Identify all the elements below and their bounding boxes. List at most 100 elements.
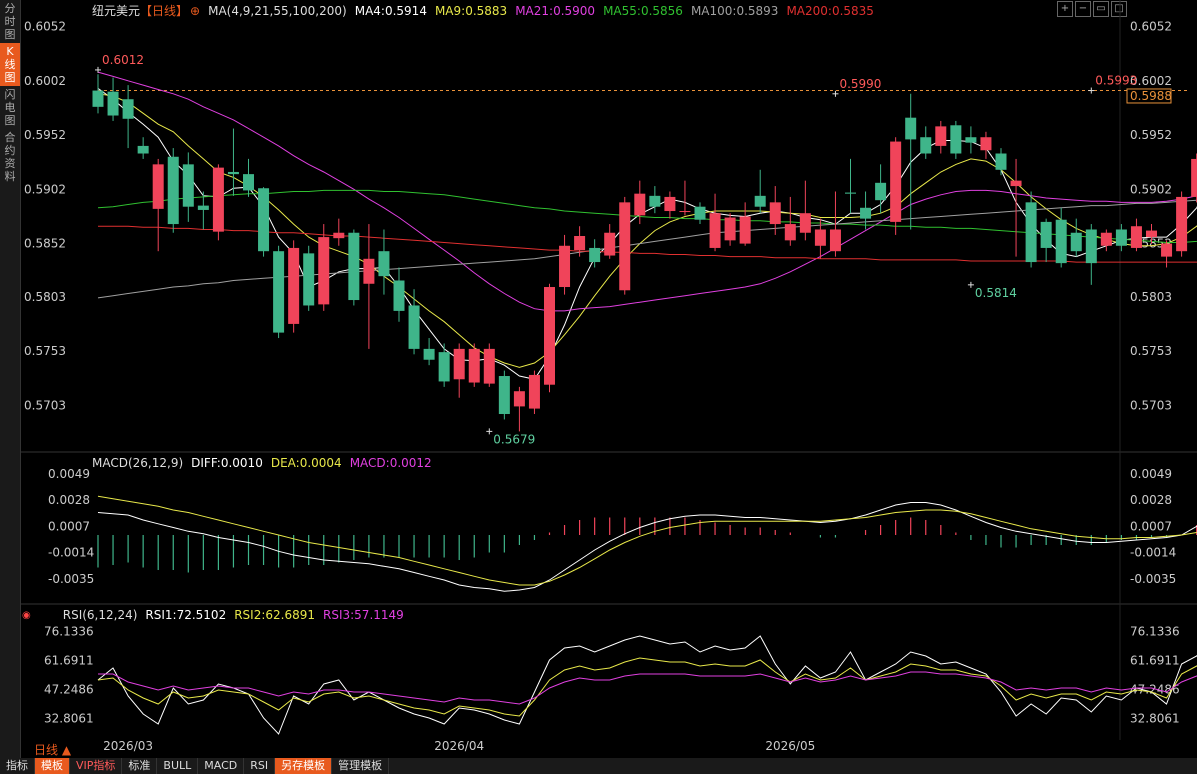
left-price-tick: 0.5753 bbox=[24, 344, 66, 358]
left-macd-tick: 0.0007 bbox=[48, 519, 90, 533]
left-rsi-tick: 47.2486 bbox=[44, 683, 94, 697]
candle-body bbox=[784, 224, 796, 241]
candle-body bbox=[378, 251, 390, 277]
candle-body bbox=[845, 192, 856, 194]
price-annotation: 0.5814 bbox=[975, 286, 1017, 300]
candle-body bbox=[604, 232, 616, 256]
toolbar-button-5[interactable]: MACD bbox=[198, 758, 245, 774]
candle-body bbox=[423, 348, 435, 360]
date-label: 2026/05 bbox=[765, 739, 815, 753]
candle-body bbox=[1070, 232, 1082, 252]
candle-body bbox=[137, 145, 149, 154]
candle-body bbox=[619, 202, 631, 291]
left-price-tick: 0.6002 bbox=[24, 74, 66, 88]
left-price-tick: 0.5803 bbox=[24, 290, 66, 304]
candle-body bbox=[453, 348, 465, 380]
last-price-label: 0.5988 bbox=[1130, 89, 1172, 103]
candle-body bbox=[227, 171, 239, 175]
left-price-tick: 0.5703 bbox=[24, 398, 66, 412]
candle-body bbox=[1010, 180, 1022, 187]
right-rsi-tick: 32.8061 bbox=[1130, 711, 1180, 725]
candle-body bbox=[860, 207, 872, 219]
left-price-tick: 0.6052 bbox=[24, 20, 66, 34]
toolbar-button-8[interactable]: 管理模板 bbox=[332, 758, 390, 774]
candle-body bbox=[709, 213, 721, 248]
toolbar-button-1[interactable]: 模板 bbox=[35, 758, 70, 774]
left-rsi-tick: 76.1336 bbox=[44, 625, 94, 639]
candle-body bbox=[754, 195, 766, 207]
right-macd-tick: 0.0049 bbox=[1130, 467, 1172, 481]
macd-line-dea bbox=[97, 495, 1197, 586]
candle-body bbox=[995, 153, 1007, 170]
candle-body bbox=[559, 245, 571, 288]
price-annotation: 0.5679 bbox=[493, 432, 535, 446]
right-rsi-tick: 61.6911 bbox=[1130, 654, 1180, 668]
right-macd-tick: 0.0028 bbox=[1130, 493, 1172, 507]
candle-body bbox=[438, 352, 450, 382]
candle-body bbox=[122, 99, 134, 119]
candle-body bbox=[243, 174, 254, 191]
candle-body bbox=[318, 237, 330, 305]
candle-body bbox=[212, 167, 224, 232]
candle-body bbox=[574, 236, 586, 251]
candle-body bbox=[649, 195, 661, 207]
candle-body bbox=[980, 137, 992, 151]
date-label: 2026/03 bbox=[103, 739, 153, 753]
candle-body bbox=[393, 280, 405, 311]
left-macd-tick: -0.0014 bbox=[48, 546, 94, 560]
candle-body bbox=[258, 188, 270, 252]
candle-body bbox=[679, 211, 691, 213]
date-label: 2026/04 bbox=[434, 739, 484, 753]
candle-body bbox=[589, 247, 601, 263]
candle-body bbox=[528, 374, 540, 409]
candle-body bbox=[182, 164, 194, 207]
period-selector[interactable]: 日线 ▲ bbox=[34, 741, 71, 758]
candle-body bbox=[303, 253, 315, 306]
chart-canvas[interactable]: 0.6052 0.60520.6002 0.60020.5952 0.59520.59… bbox=[0, 0, 1197, 774]
candle-body bbox=[288, 247, 300, 324]
right-price-tick: 0.5703 bbox=[1130, 398, 1172, 412]
toolbar-button-6[interactable]: RSI bbox=[244, 758, 276, 774]
candle-body bbox=[724, 217, 736, 241]
price-annotation: 0.5993 bbox=[1095, 74, 1137, 88]
right-price-tick: 0.5753 bbox=[1130, 344, 1172, 358]
toolbar-button-2[interactable]: VIP指标 bbox=[70, 758, 123, 774]
candle-body bbox=[498, 376, 510, 415]
right-macd-tick: -0.0035 bbox=[1130, 572, 1176, 586]
left-macd-tick: 0.0028 bbox=[48, 493, 90, 507]
candle-body bbox=[814, 229, 826, 246]
candle-body bbox=[950, 125, 962, 154]
right-price-tick: 0.5902 bbox=[1130, 182, 1172, 196]
candle-body bbox=[273, 251, 285, 333]
candle-body bbox=[544, 287, 555, 385]
candle-body bbox=[92, 90, 104, 107]
toolbar-button-3[interactable]: 标准 bbox=[122, 758, 158, 774]
candle-body bbox=[107, 91, 119, 116]
toolbar-button-7[interactable]: 另存模板 bbox=[275, 758, 333, 774]
candle-body bbox=[468, 348, 480, 383]
candle-body bbox=[1115, 229, 1127, 246]
toolbar-button-0[interactable]: 指标 bbox=[0, 758, 35, 774]
right-macd-tick: -0.0014 bbox=[1130, 546, 1176, 560]
candle-body bbox=[769, 202, 781, 225]
price-annotation: 0.6012 bbox=[102, 53, 144, 67]
price-annotation: 0.5990 bbox=[839, 77, 881, 91]
left-macd-tick: -0.0035 bbox=[48, 572, 94, 586]
candle-body bbox=[363, 258, 375, 284]
toolbar-button-4[interactable]: BULL bbox=[157, 758, 199, 774]
candle-body bbox=[694, 206, 706, 220]
left-price-tick: 0.5852 bbox=[24, 237, 66, 251]
candle-body bbox=[408, 305, 420, 349]
candle-body bbox=[920, 137, 932, 154]
candle-body bbox=[1055, 219, 1067, 264]
rsi-line-rsi2 bbox=[97, 657, 1197, 717]
bottom-toolbar: 指标 模板 VIP指标 标准 BULL MACD RSI 另存模板 管理模板 bbox=[0, 758, 1197, 774]
left-macd-tick: 0.0049 bbox=[48, 467, 90, 481]
candle-body bbox=[1085, 229, 1097, 264]
right-price-tick: 0.5803 bbox=[1130, 290, 1172, 304]
candle-body bbox=[664, 196, 676, 212]
candle-body bbox=[483, 348, 495, 384]
candle-body bbox=[152, 164, 164, 209]
left-rsi-tick: 61.6911 bbox=[44, 654, 94, 668]
candle-body bbox=[965, 137, 977, 143]
